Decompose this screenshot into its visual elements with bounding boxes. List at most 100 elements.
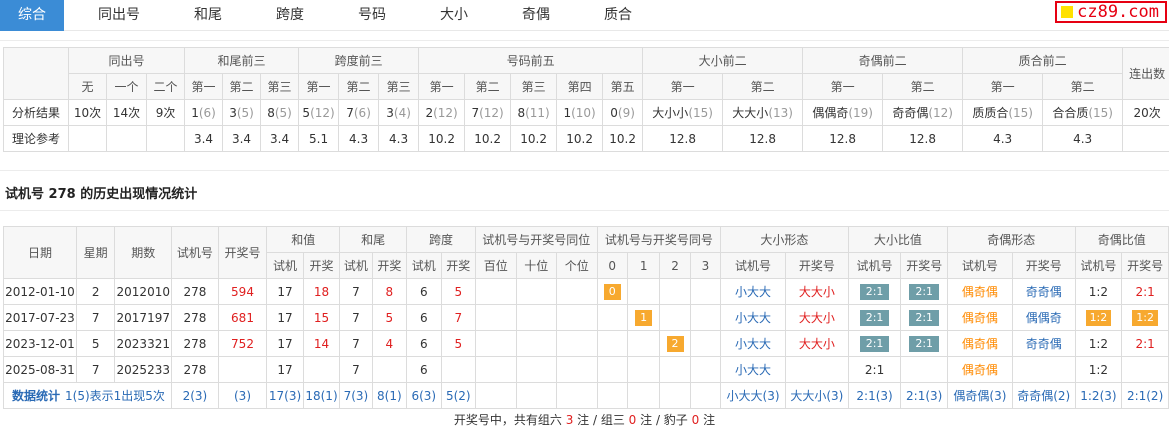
- same-number-cell: [689, 304, 722, 331]
- size-ratio-test: 2:1: [847, 356, 902, 383]
- same-position-cell: [515, 304, 558, 331]
- same-position-cell: [556, 304, 598, 331]
- sub-header: 开奖号: [900, 252, 948, 279]
- footer-text: 注 / 组三: [573, 413, 629, 427]
- count: (15): [1008, 106, 1033, 120]
- weekday-cell: 7: [75, 356, 116, 383]
- sub-header: 第二: [722, 73, 804, 100]
- draw-number-cell: [217, 356, 268, 383]
- stats-cell: [596, 382, 628, 409]
- sub-header: 个位: [556, 252, 598, 279]
- parity-pattern-draw: 奇奇偶: [1011, 330, 1076, 357]
- group-header: 奇偶前二: [802, 47, 964, 74]
- column-header: 试机号: [171, 226, 219, 279]
- sub-header: 试机: [339, 252, 373, 279]
- sub-header: 开奖号: [784, 252, 849, 279]
- weekday-cell: 7: [75, 304, 116, 331]
- reference-cell: 12.8: [642, 125, 724, 152]
- column-header: 星期: [75, 226, 116, 279]
- parity-ratio-draw: 2:1: [1121, 278, 1169, 305]
- tab-3[interactable]: 跨度: [256, 0, 324, 31]
- stats-cell: 7(3): [339, 382, 373, 409]
- span-draw-cell: [440, 356, 476, 383]
- parity-ratio-test: 1:2: [1074, 356, 1123, 383]
- tail-draw-cell: 5: [371, 304, 408, 331]
- value: 3: [229, 105, 237, 120]
- summary-table: 同出号 和尾前三 跨度前三 号码前五 大小前二 奇偶前二 质合前二 连出数无一个 二个 第一 第二第…: [3, 47, 1169, 152]
- sub-header: 第二: [882, 73, 964, 100]
- header-row: 日期 星期 期数 试机号 开奖号 和值 和尾 跨度 试机号与开奖号同位 试机号与开奖号同号 大小形态…: [3, 226, 1169, 279]
- same-number-cell: [659, 304, 691, 331]
- parity-ratio-draw: [1121, 356, 1169, 383]
- stats-cell: 奇奇偶(2): [1011, 382, 1076, 409]
- stats-cell: [626, 382, 661, 409]
- issue-cell: 2017197: [114, 304, 173, 331]
- same-number-cell: [689, 278, 722, 305]
- tab-7[interactable]: 质合: [584, 0, 652, 31]
- same-position-cell: [474, 356, 517, 383]
- stats-note: 1(5)表示1出现5次: [65, 389, 165, 403]
- sub-header: 试机: [406, 252, 442, 279]
- parity-ratio-draw: 1:2: [1121, 304, 1169, 331]
- tab-6[interactable]: 奇偶: [502, 0, 570, 31]
- reference-cell: [106, 125, 147, 152]
- tab-4[interactable]: 号码: [338, 0, 406, 31]
- analysis-cell: 2(12): [418, 99, 466, 126]
- draw-number-cell: 752: [217, 330, 268, 357]
- same-position-cell: [556, 330, 598, 357]
- sub-header: 第三: [260, 73, 300, 100]
- same-number-cell: [659, 278, 691, 305]
- sub-header: 开奖: [440, 252, 476, 279]
- date-cell: 2017-07-23: [3, 304, 77, 331]
- parity-ratio-test: 1:2: [1074, 278, 1123, 305]
- analysis-cell: 14次: [106, 99, 147, 126]
- parity-pattern-draw: 奇奇偶: [1011, 278, 1076, 305]
- value: 1: [191, 105, 199, 120]
- tab-2[interactable]: 和尾: [174, 0, 242, 31]
- reference-cell: 10.2: [556, 125, 604, 152]
- parity-pattern-draw: 偶偶奇: [1011, 304, 1076, 331]
- same-number-cell: [596, 330, 628, 357]
- reference-cell: 12.8: [802, 125, 884, 152]
- stats-label: 数据统计 1(5)表示1出现5次: [2, 382, 173, 409]
- date-cell: 2025-08-31: [3, 356, 77, 383]
- parity-pattern-test: 偶奇偶: [947, 304, 1013, 331]
- same-number-cell: 1: [626, 304, 661, 331]
- weekday-cell: 5: [75, 330, 116, 357]
- sub-header: 第五: [602, 73, 644, 100]
- value: 合合质: [1052, 106, 1089, 120]
- stats-cell: 2:1(2): [1121, 382, 1169, 409]
- tab-5[interactable]: 大小: [420, 0, 488, 31]
- footer-text: 注 / 豹子: [636, 413, 692, 427]
- parity-pattern-test: 偶奇偶: [947, 278, 1013, 305]
- column-header: 开奖号: [217, 226, 268, 279]
- count: (5): [274, 105, 292, 120]
- size-ratio-draw: [900, 356, 948, 383]
- sum-test-cell: 17: [266, 330, 304, 357]
- site-logo[interactable]: cz89.com: [1055, 1, 1167, 23]
- test-number-cell: 278: [171, 304, 219, 331]
- span-test-cell: 6: [406, 304, 442, 331]
- sub-header: 一个: [106, 73, 147, 100]
- sub-header: 第三: [378, 73, 420, 100]
- group-header: 同出号: [67, 47, 186, 74]
- sub-header: 第一: [962, 73, 1044, 100]
- reference-cell: 4.3: [1042, 125, 1124, 152]
- sub-header: 试机号: [720, 252, 786, 279]
- value: 5: [302, 105, 311, 120]
- stats-cell: 2:1(3): [847, 382, 902, 409]
- same-position-cell: [474, 278, 517, 305]
- count: (12): [928, 106, 953, 120]
- tab-1[interactable]: 同出号: [78, 0, 160, 31]
- date-cell: 2012-01-10: [3, 278, 77, 305]
- size-pattern-test: 小大大: [720, 278, 786, 305]
- value: 8: [517, 105, 526, 120]
- sub-header: 1: [626, 252, 661, 279]
- parity-pattern-test: 偶奇偶: [947, 356, 1013, 383]
- same-number-cell: [689, 356, 722, 383]
- tab-0[interactable]: 综合: [0, 0, 64, 31]
- column-header: 期数: [114, 226, 173, 279]
- sub-header: 第四: [556, 73, 604, 100]
- issue-cell: 2025233: [114, 356, 173, 383]
- sum-draw-cell: 14: [302, 330, 341, 357]
